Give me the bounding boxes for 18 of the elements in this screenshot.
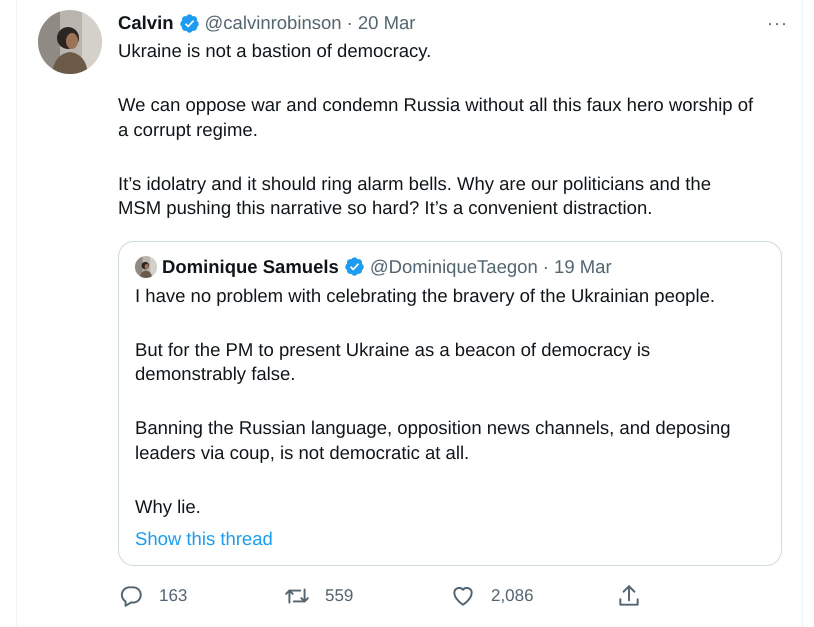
quoted-text: But for the PM to present Ukraine as a beacon of democracy is demonstrably false. bbox=[135, 338, 652, 386]
quoted-text: Why lie. bbox=[135, 494, 202, 519]
author-name[interactable]: Dominique Samuels bbox=[162, 256, 339, 278]
tweet-text: It’s idolatry and it should ring alarm bells. Why are our politicians and the MSM pushing this narrative so hard? It’s a convenient distraction. bbox=[118, 172, 712, 220]
quoted-text: I have no problem with celebrating the bravery of the Ukrainian people. bbox=[135, 284, 716, 308]
post-date[interactable]: · 20 Mar bbox=[346, 12, 416, 34]
tweet-text: Ukraine is not a bastion of democracy. bbox=[118, 39, 432, 63]
author-name[interactable]: Calvin bbox=[118, 12, 174, 34]
quoted-text: Banning the Russian language, opposition news channels, and deposing leaders via coup, is not democratic at all. bbox=[135, 416, 732, 465]
action-count: 559 bbox=[325, 586, 354, 606]
post-date[interactable]: · 19 Mar bbox=[542, 256, 612, 278]
tweet-text: We can oppose war and condemn Russia without all this faux hero worship of a corrupt regime. bbox=[118, 93, 754, 142]
author-handle[interactable]: @calvinrobinson bbox=[204, 12, 342, 34]
action-count: 2,086 bbox=[491, 586, 534, 606]
more-options-icon[interactable]: ··· bbox=[767, 12, 788, 34]
action-count: 163 bbox=[159, 586, 188, 606]
author-handle[interactable]: @DominiqueTaegon bbox=[370, 256, 538, 278]
quoted-tweet[interactable] bbox=[118, 240, 782, 566]
